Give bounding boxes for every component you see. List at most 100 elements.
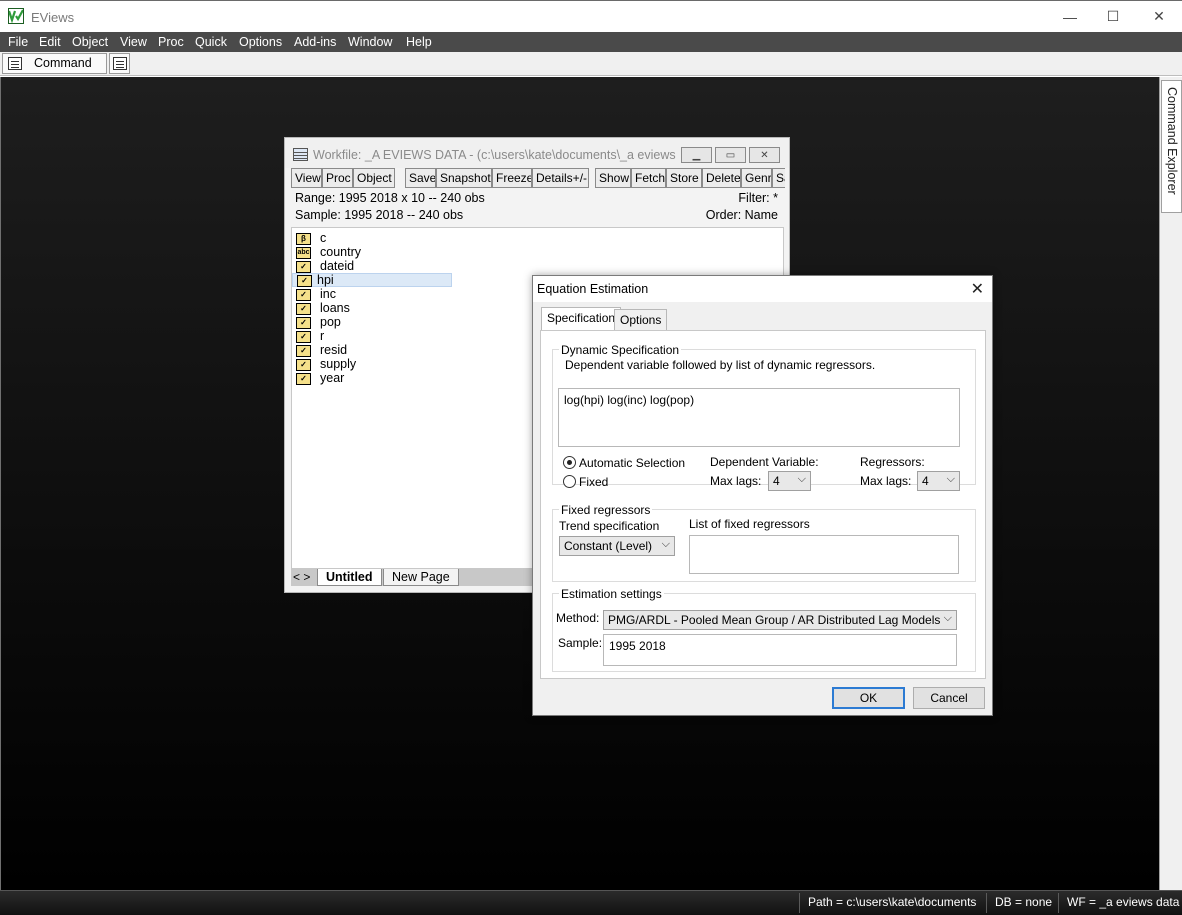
menu-quick[interactable]: Quick xyxy=(195,35,227,49)
list-item[interactable]: ✓ loans xyxy=(296,301,456,316)
wf-snapshot-button[interactable]: Snapshot xyxy=(436,168,492,188)
series-icon: ✓ xyxy=(296,359,311,371)
page-nav-arrows[interactable]: < > xyxy=(293,570,310,584)
list-item-label: dateid xyxy=(320,259,355,273)
menu-help[interactable]: Help xyxy=(406,35,432,49)
dependent-variable-label: Dependent Variable: xyxy=(710,455,819,469)
list-item-selected[interactable]: ✓ hpi xyxy=(292,273,452,287)
command-bar: Command xyxy=(0,52,1182,76)
wf-genr-button[interactable]: Genr xyxy=(741,168,772,188)
list-item-label: country xyxy=(320,245,361,259)
tab-options[interactable]: Options xyxy=(614,309,668,330)
command-window-icon xyxy=(8,57,22,70)
wf-fetch-button[interactable]: Fetch xyxy=(631,168,666,188)
menu-view[interactable]: View xyxy=(120,35,147,49)
menu-edit[interactable]: Edit xyxy=(39,35,61,49)
alpha-series-icon: abc xyxy=(296,247,311,259)
maximize-icon[interactable]: ☐ xyxy=(1090,1,1136,32)
wf-object-button[interactable]: Object xyxy=(353,168,395,188)
list-item[interactable]: ✓ inc xyxy=(296,287,456,302)
fixed-label[interactable]: Fixed xyxy=(579,475,608,489)
menu-object[interactable]: Object xyxy=(72,35,108,49)
estimation-settings-group: Estimation settings Method: PMG/ARDL - P… xyxy=(552,587,976,672)
close-icon[interactable]: ✕ xyxy=(1136,1,1182,32)
chevron-down-icon: ⌵ xyxy=(797,473,806,485)
list-item-label: loans xyxy=(320,301,350,315)
sample-input[interactable]: 1995 2018 xyxy=(603,634,957,666)
cancel-button[interactable]: Cancel xyxy=(913,687,985,709)
dynamic-spec-input[interactable]: log(hpi) log(inc) log(pop) xyxy=(558,388,960,447)
close-icon[interactable]: ✕ xyxy=(749,147,780,163)
dialog-titlebar[interactable]: Equation Estimation ✕ xyxy=(533,276,992,302)
restore-icon[interactable]: ▭ xyxy=(715,147,746,163)
status-bar: Path = c:\users\kate\documents DB = none… xyxy=(0,890,1182,915)
reg-max-lags-label: Max lags: xyxy=(860,474,912,488)
series-icon: ✓ xyxy=(296,373,311,385)
wf-delete-button[interactable]: Delete xyxy=(702,168,741,188)
status-db: DB = none xyxy=(986,893,1060,913)
workfile-sample[interactable]: Sample: 1995 2018 -- 240 obs xyxy=(295,208,463,222)
workfile-titlebar[interactable]: Workfile: _A EVIEWS DATA - (c:\users\kat… xyxy=(285,138,789,168)
command-explorer-tab[interactable]: Command Explorer xyxy=(1161,80,1182,213)
wf-view-button[interactable]: View xyxy=(291,168,322,188)
list-item[interactable]: ✓ resid xyxy=(296,343,456,358)
estimation-settings-title: Estimation settings xyxy=(559,587,664,601)
workfile-toolbar: View Proc Object Save Snapshot Freeze De… xyxy=(291,168,785,188)
page-tab-new-page[interactable]: New Page xyxy=(383,569,459,586)
minimize-icon[interactable]: ▁ xyxy=(681,147,712,163)
wf-freeze-button[interactable]: Freeze xyxy=(492,168,532,188)
dep-max-lags-label: Max lags: xyxy=(710,474,762,488)
status-workfile: WF = _a eviews data xyxy=(1058,893,1182,913)
method-value: PMG/ARDL - Pooled Mean Group / AR Distri… xyxy=(608,613,941,627)
reg-max-lags-select[interactable]: 4 ⌵ xyxy=(917,471,960,491)
workfile-order[interactable]: Order: Name xyxy=(706,208,778,222)
dynamic-spec-title: Dynamic Specification xyxy=(559,343,682,357)
trend-specification-value: Constant (Level) xyxy=(564,539,653,553)
menu-addins[interactable]: Add-ins xyxy=(294,35,336,49)
wf-details-button[interactable]: Details+/- xyxy=(532,168,589,188)
automatic-selection-radio[interactable] xyxy=(563,456,576,469)
workfile-filter[interactable]: Filter: * xyxy=(738,191,778,205)
command-tab[interactable]: Command xyxy=(2,53,107,74)
command-capture-button[interactable] xyxy=(109,53,130,74)
menu-file[interactable]: File xyxy=(8,35,28,49)
menu-window[interactable]: Window xyxy=(348,35,392,49)
workfile-title: Workfile: _A EVIEWS DATA - (c:\users\kat… xyxy=(313,148,679,162)
list-item[interactable]: abc country xyxy=(296,245,456,260)
page-tab-untitled[interactable]: Untitled xyxy=(317,569,382,586)
side-panel: Command Explorer xyxy=(1159,77,1182,890)
close-icon[interactable]: ✕ xyxy=(971,279,984,299)
menu-options[interactable]: Options xyxy=(239,35,282,49)
automatic-selection-label[interactable]: Automatic Selection xyxy=(579,456,685,470)
regressors-label: Regressors: xyxy=(860,455,925,469)
wf-save-button[interactable]: Save xyxy=(405,168,436,188)
list-item-label: year xyxy=(320,371,345,385)
workfile-range[interactable]: Range: 1995 2018 x 10 -- 240 obs xyxy=(295,191,485,205)
wf-sample-button[interactable]: Sa xyxy=(772,168,785,188)
menu-proc[interactable]: Proc xyxy=(158,35,184,49)
list-item[interactable]: β c xyxy=(296,231,456,246)
list-item-label: c xyxy=(320,231,327,245)
method-select[interactable]: PMG/ARDL - Pooled Mean Group / AR Distri… xyxy=(603,610,957,630)
list-item[interactable]: ✓ supply xyxy=(296,357,456,372)
wf-show-button[interactable]: Show xyxy=(595,168,631,188)
app-title: EViews xyxy=(31,10,75,25)
tab-specification[interactable]: Specification xyxy=(541,307,622,331)
fixed-regressors-title: Fixed regressors xyxy=(559,503,653,517)
dep-max-lags-select[interactable]: 4 ⌵ xyxy=(768,471,811,491)
list-item[interactable]: ✓ dateid xyxy=(296,259,456,274)
trend-specification-select[interactable]: Constant (Level) ⌵ xyxy=(559,536,675,556)
series-icon: ✓ xyxy=(296,331,311,343)
list-item-label: r xyxy=(320,329,325,343)
list-item[interactable]: ✓ pop xyxy=(296,315,456,330)
fixed-radio[interactable] xyxy=(563,475,576,488)
dep-max-lags-value: 4 xyxy=(773,474,780,488)
wf-proc-button[interactable]: Proc xyxy=(322,168,353,188)
minimize-icon[interactable]: — xyxy=(1047,1,1093,32)
list-item[interactable]: ✓ r xyxy=(296,329,456,344)
list-item[interactable]: ✓ year xyxy=(296,371,456,386)
coef-icon: β xyxy=(296,233,311,245)
wf-store-button[interactable]: Store xyxy=(666,168,702,188)
ok-button[interactable]: OK xyxy=(832,687,905,709)
fixed-regressors-input[interactable] xyxy=(689,535,959,574)
